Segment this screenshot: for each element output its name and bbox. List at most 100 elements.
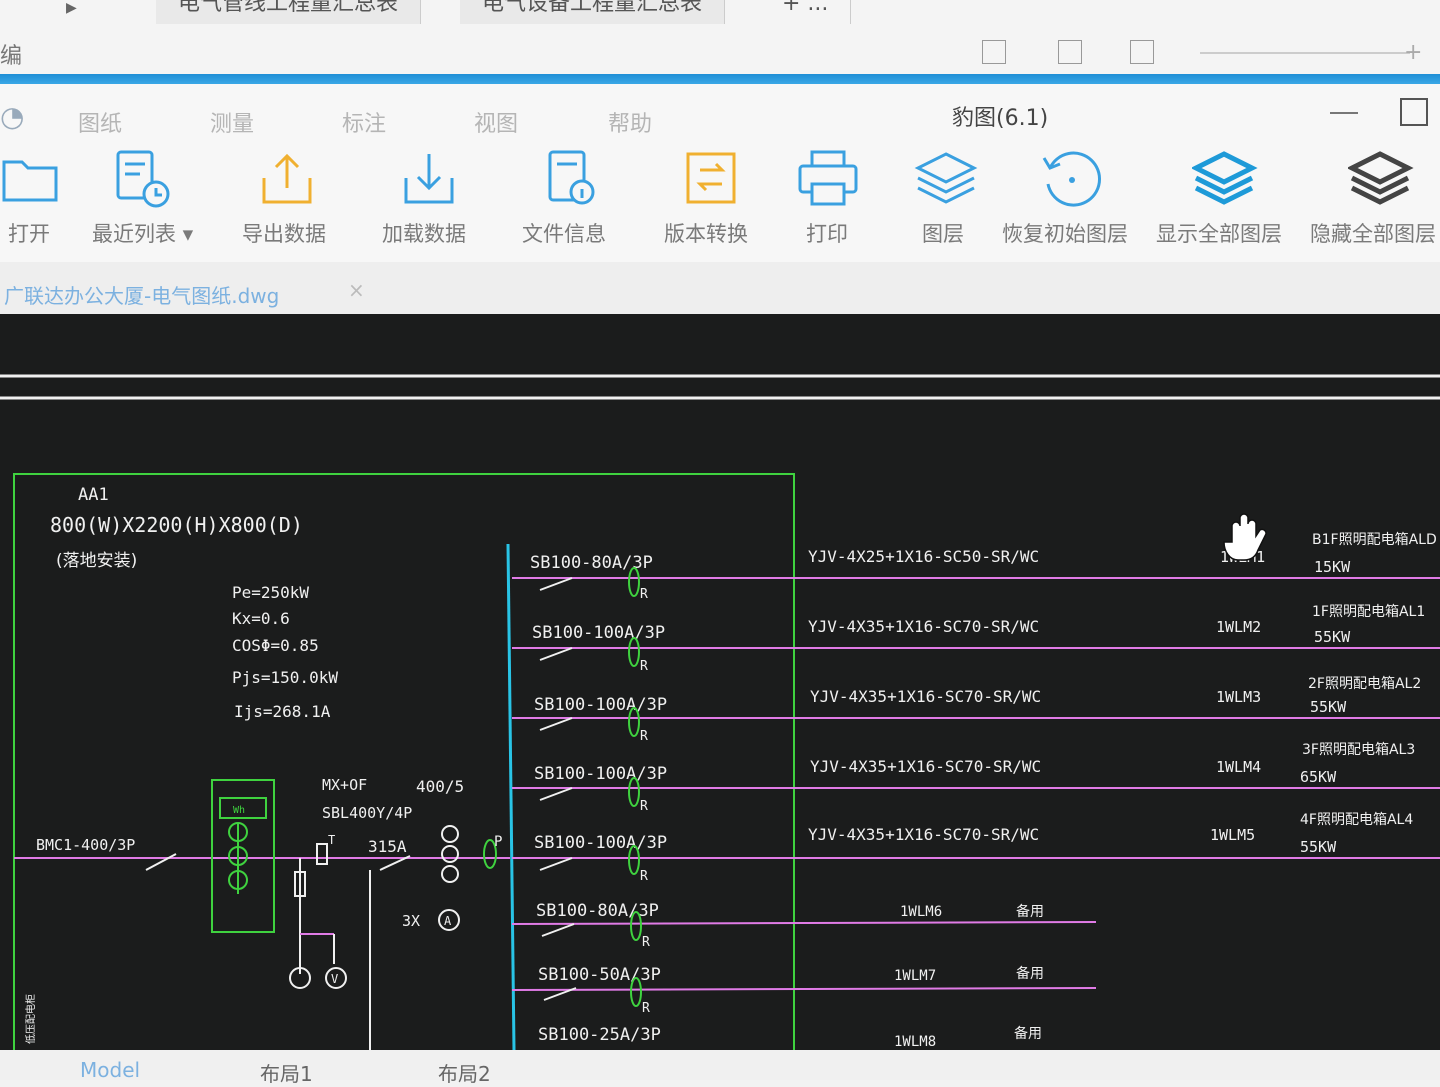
feeder-power: 15KW <box>1314 558 1351 576</box>
feeder-switch <box>539 647 573 661</box>
restore-layers-label: 恢复初始图层 <box>1002 222 1128 246</box>
feeder-power: 55KW <box>1310 698 1347 716</box>
r-label: R <box>642 935 650 950</box>
convert-icon <box>686 152 736 204</box>
zoom-slider[interactable] <box>1200 52 1410 54</box>
play-icon: ▶ <box>66 0 77 16</box>
file-info-label: 文件信息 <box>522 222 606 246</box>
feeder-breaker-label: SB100-100A/3P <box>532 623 665 643</box>
split-view-icon[interactable] <box>1130 40 1154 64</box>
menu-measure[interactable]: 测量 <box>210 106 254 138</box>
feeder-destination: 1F照明配电箱AL1 <box>1312 604 1425 620</box>
meter-box <box>211 779 275 933</box>
feeder-id: 1WLM4 <box>1216 758 1261 776</box>
menu-drawing[interactable]: 图纸 <box>78 106 122 138</box>
feeder-id: 1WLM7 <box>894 968 936 984</box>
menu-annotate[interactable]: 标注 <box>342 106 386 138</box>
cad-canvas[interactable]: AA1 800(W)X2200(H)X800(D) (落地安装) Pe=250k… <box>0 314 1440 1050</box>
menu-help[interactable]: 帮助 <box>608 106 652 138</box>
p-label: P <box>494 834 502 850</box>
feeder-id: 1WLM5 <box>1210 826 1255 844</box>
version-convert-button[interactable]: 版本转换 <box>664 140 804 262</box>
ct-symbol <box>441 825 459 843</box>
show-all-layers-label: 显示全部图层 <box>1156 222 1282 246</box>
feeder-breaker-label: SB100-100A/3P <box>534 764 667 784</box>
feeder-cable-label: YJV-4X25+1X16-SC50-SR/WC <box>808 547 1039 566</box>
recent-list-button[interactable]: 最近列表 ▾ <box>92 140 232 262</box>
feeder-destination: 4F照明配电箱AL4 <box>1300 812 1413 828</box>
close-tab-icon[interactable]: × <box>348 278 365 302</box>
app-logo-icon: ◔ <box>0 100 25 133</box>
r-label: R <box>640 587 648 602</box>
feeder-line <box>511 921 1097 925</box>
fuse-rating-label: 315A <box>368 837 407 856</box>
r-label: R <box>640 729 648 744</box>
maximize-button[interactable] <box>1400 98 1428 126</box>
zoom-in-icon[interactable]: + <box>1404 40 1422 65</box>
sheet-tab-more[interactable]: + ... <box>760 0 852 24</box>
feeder-id: 1WLM2 <box>1216 618 1261 636</box>
mx-of-label: MX+OF <box>322 776 367 794</box>
document-tab[interactable]: 广联达办公大厦-电气图纸.dwg <box>4 280 279 309</box>
param-kx: Kx=0.6 <box>232 609 290 628</box>
sheet-tab-pipeline-summary[interactable]: 电气管线工程量汇总表 <box>156 0 422 24</box>
export-data-button[interactable]: 导出数据 <box>242 140 382 262</box>
incoming-switch <box>145 853 177 871</box>
show-all-layers-button[interactable]: 显示全部图层 <box>1156 140 1296 262</box>
param-pe: Pe=250kW <box>232 583 309 602</box>
feeder-circuits: SB100-80A/3P R YJV-4X25+1X16-SC50-SR/WC … <box>511 532 1440 1050</box>
side-label: 低压配电柜 <box>24 994 37 1044</box>
electrical-schematic: AA1 800(W)X2200(H)X800(D) (落地安装) Pe=250k… <box>0 374 1440 1050</box>
layout-tab-model[interactable]: Model <box>80 1058 140 1082</box>
hide-all-layers-button[interactable]: 隐藏全部图层 <box>1310 140 1440 262</box>
grid-view-icon[interactable] <box>982 40 1006 64</box>
show-layers-icon <box>1192 151 1258 205</box>
taskbar-strip <box>0 74 1440 84</box>
load-data-button[interactable]: 加载数据 <box>382 140 522 262</box>
panel-dimensions: 800(W)X2200(H)X800(D) <box>50 513 303 537</box>
feeder-destination: 备用 <box>1016 903 1044 920</box>
t-label: T <box>328 833 335 847</box>
ribbon-toolbar: 打开 最近列表 ▾ 导出数据 加载数据 文件信息 版本转换 打印 图层 恢复初始… <box>0 140 1440 262</box>
feeder-cable-label: YJV-4X35+1X16-SC70-SR/WC <box>810 757 1041 776</box>
r-label: R <box>640 659 648 674</box>
param-cos: COSΦ=0.85 <box>232 636 319 655</box>
menu-view[interactable]: 视图 <box>474 106 518 138</box>
feeder-line <box>511 987 1097 991</box>
minimize-button[interactable] <box>1330 112 1358 114</box>
file-info-button[interactable]: 文件信息 <box>522 140 662 262</box>
menu-bar: 图纸 测量 标注 视图 帮助 <box>0 84 1440 140</box>
restore-layers-button[interactable]: 恢复初始图层 <box>1002 140 1142 262</box>
ct-ratio-label: 400/5 <box>416 777 464 796</box>
app-title: 豹图(6.1) <box>952 106 1049 131</box>
feeder-breaker-label: SB100-25A/3P <box>538 1025 661 1045</box>
export-icon <box>262 153 312 204</box>
load-data-label: 加载数据 <box>382 222 466 246</box>
export-data-label: 导出数据 <box>242 222 326 246</box>
document-tab-bar: 广联达办公大厦-电气图纸.dwg × <box>0 262 1440 314</box>
sheet-tab-label: 电气设备工程量汇总表 <box>482 0 703 16</box>
download-icon <box>404 154 454 204</box>
main-breaker-symbol <box>316 843 328 865</box>
feeder-switch <box>539 857 573 871</box>
hide-layers-icon <box>1348 151 1414 205</box>
page-view-icon[interactable] <box>1058 40 1082 64</box>
recent-list-label: 最近列表 ▾ <box>92 222 194 246</box>
feeder-destination: 备用 <box>1016 965 1044 982</box>
feeder-breaker-label: SB100-50A/3P <box>538 965 661 985</box>
feeder-destination: B1F照明配电箱ALD <box>1312 532 1437 548</box>
layout-tab-1[interactable]: 布局1 <box>260 1058 313 1087</box>
feeder-switch <box>541 923 575 937</box>
layout-tab-2[interactable]: 布局2 <box>438 1058 491 1087</box>
feeder-cable-label: YJV-4X35+1X16-SC70-SR/WC <box>810 687 1041 706</box>
feeder-id: 1WLM8 <box>894 1034 936 1050</box>
layout-tab-bar: Model 布局1 布局2 <box>0 1050 1440 1086</box>
feeder-breaker-label: SB100-100A/3P <box>534 833 667 853</box>
r-label: R <box>640 869 648 884</box>
feeder-power: 65KW <box>1300 768 1337 786</box>
param-pjs: Pjs=150.0kW <box>232 668 338 687</box>
sheet-tab-equipment-summary[interactable]: 电气设备工程量汇总表 <box>460 0 726 24</box>
layers-icon <box>914 152 978 204</box>
feeder-id: 1WLM6 <box>900 904 942 920</box>
feeder-breaker-label: SB100-80A/3P <box>530 553 653 573</box>
